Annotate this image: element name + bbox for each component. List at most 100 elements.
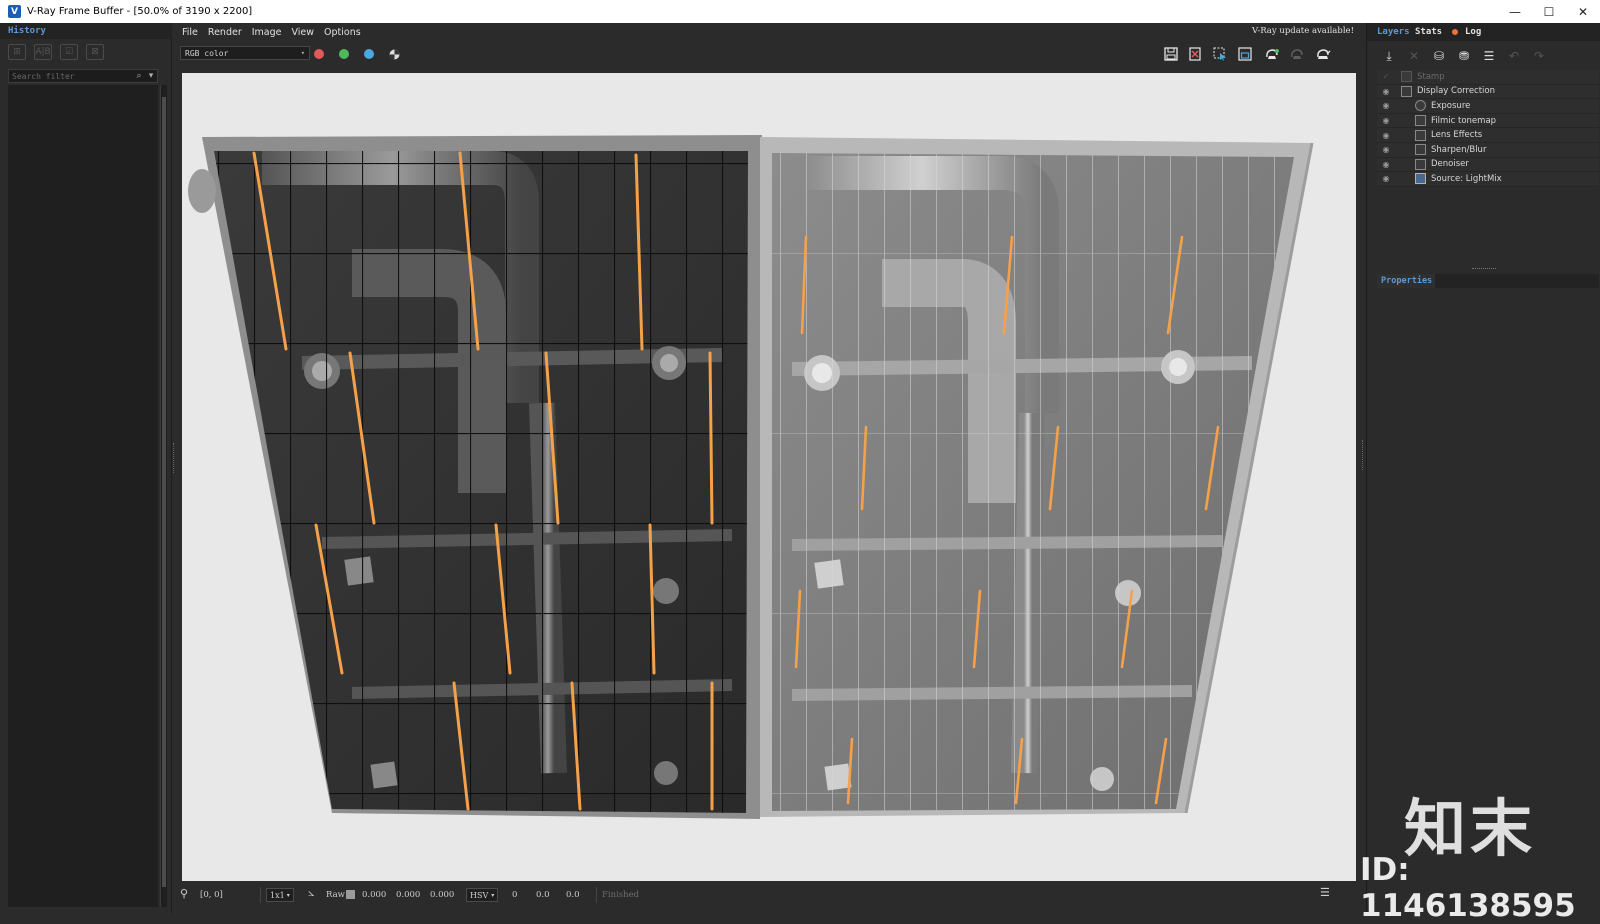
properties-splitter[interactable] [1472, 268, 1496, 270]
visibility-toggle-icon[interactable]: ✓ [1377, 72, 1395, 81]
display-correction-icon [1401, 85, 1412, 97]
render-teapot-icon[interactable] [1312, 45, 1334, 63]
layer-filmic-tonemap[interactable]: ◉ Filmic tonemap [1377, 113, 1599, 129]
tab-stats[interactable]: Stats [1415, 27, 1442, 37]
layers-tree: ✓ Stamp ◉ Display Correction ◉ Exposure … [1377, 70, 1599, 187]
red-channel-button[interactable] [308, 45, 330, 63]
layer-display-correction[interactable]: ◉ Display Correction [1377, 84, 1599, 100]
rendered-ceiling-image [188, 135, 1314, 819]
search-input[interactable]: Search filter [9, 72, 133, 81]
eye-icon[interactable]: ◉ [1377, 160, 1395, 169]
zoom-select[interactable]: 1x1 ▾ [266, 888, 294, 902]
channel-select[interactable]: RGB color ▾ [180, 46, 310, 60]
red-dot-icon [314, 49, 324, 59]
vray-app-icon: V [8, 5, 21, 18]
color-picker-icon[interactable]: ⦣ [308, 886, 314, 900]
tab-properties[interactable]: Properties [1381, 276, 1432, 286]
menu-view[interactable]: View [292, 27, 315, 38]
menu-options[interactable]: Options [324, 27, 361, 38]
value-b: 0.000 [430, 890, 455, 900]
blue-channel-button[interactable] [358, 45, 380, 63]
log-alert-icon [1452, 29, 1458, 35]
save-image-icon[interactable] [1160, 45, 1182, 63]
layer-sharpen-blur[interactable]: ◉ Sharpen/Blur [1377, 142, 1599, 158]
eye-icon[interactable]: ◉ [1377, 145, 1395, 154]
render-viewport[interactable] [182, 73, 1356, 881]
zoom-value: 1x1 [270, 890, 285, 900]
layer-exposure[interactable]: ◉ Exposure [1377, 99, 1599, 114]
history-search-field[interactable]: Search filter ⌕ ▾ [8, 69, 158, 83]
green-dot-icon [339, 49, 349, 59]
right-splitter[interactable] [1362, 440, 1365, 470]
menu-render[interactable]: Render [208, 27, 242, 38]
value-v: 0.0 [566, 890, 580, 900]
green-channel-button[interactable] [333, 45, 355, 63]
close-button[interactable]: ✕ [1566, 0, 1600, 23]
clear-image-icon[interactable] [1184, 45, 1206, 63]
eye-icon[interactable]: ◉ [1377, 174, 1395, 183]
undo-icon[interactable]: ↶ [1504, 47, 1524, 65]
compare-ab-icon[interactable]: A|B [34, 44, 52, 60]
history-panel: History ⊞ A|B ☑ ⊠ Search filter ⌕ ▾ [0, 23, 174, 913]
layer-lens-effects[interactable]: ◉ Lens Effects [1377, 128, 1599, 143]
redo-icon[interactable]: ↷ [1529, 47, 1549, 65]
exposure-icon [1415, 100, 1426, 112]
save-layers-icon[interactable]: ⛁ [1429, 47, 1449, 65]
pick-color-icon[interactable]: ⚲ [180, 887, 188, 900]
track-mouse-icon[interactable] [1234, 45, 1256, 63]
load-layers-icon[interactable]: ⛃ [1454, 47, 1474, 65]
denoiser-icon [1415, 158, 1426, 170]
history-scrollbar[interactable] [160, 85, 167, 907]
save-history-icon[interactable]: ⊞ [8, 44, 26, 60]
chevron-down-icon: ▾ [300, 49, 305, 57]
left-splitter[interactable] [173, 443, 176, 473]
sharpen-blur-icon [1415, 144, 1426, 156]
raw-label: Raw [326, 890, 345, 900]
stop-render-icon[interactable] [1286, 45, 1308, 63]
search-icon[interactable]: ⌕ [133, 71, 145, 81]
layer-denoiser[interactable]: ◉ Denoiser [1377, 157, 1599, 173]
update-notice[interactable]: V-Ray update available! [1252, 26, 1354, 36]
alpha-channel-button[interactable] [383, 45, 405, 63]
menu-file[interactable]: File [182, 27, 198, 38]
render-interactive-icon[interactable] [1261, 45, 1283, 63]
minimize-button[interactable]: — [1498, 0, 1532, 23]
remove-history-icon[interactable]: ⊠ [86, 44, 104, 60]
value-g: 0.000 [396, 890, 421, 900]
value-s: 0.0 [536, 890, 550, 900]
maximize-button[interactable]: ☐ [1532, 0, 1566, 23]
region-render-icon[interactable] [1209, 45, 1231, 63]
chevron-down-icon[interactable]: ▾ [145, 71, 157, 81]
layer-presets-icon[interactable]: ☰ [1479, 47, 1499, 65]
value-r: 0.000 [362, 890, 387, 900]
layer-source-lightmix[interactable]: ◉ Source: LightMix [1377, 172, 1599, 187]
delete-layer-icon[interactable]: ✕ [1404, 47, 1424, 65]
eye-icon[interactable]: ◉ [1377, 101, 1395, 110]
properties-header: Properties [1377, 274, 1599, 288]
menu-bar: File Render Image View Options V-Ray upd… [176, 23, 1362, 41]
layer-label: Denoiser [1431, 159, 1469, 170]
tab-layers[interactable]: Layers [1377, 27, 1410, 37]
tab-log[interactable]: Log [1465, 27, 1481, 37]
layer-stamp[interactable]: ✓ Stamp [1377, 70, 1599, 85]
layers-tabbar: Layers Stats Log [1367, 23, 1600, 41]
load-history-icon[interactable]: ☑ [60, 44, 78, 60]
history-list[interactable] [8, 85, 158, 907]
tonemap-icon [1415, 115, 1426, 127]
value-h: 0 [512, 890, 518, 900]
pixel-coords: [0, 0] [200, 890, 223, 900]
layer-label: Source: LightMix [1431, 173, 1502, 184]
scrollbar-thumb[interactable] [162, 97, 166, 887]
color-mode-select[interactable]: HSV ▾ [466, 888, 498, 902]
eye-icon[interactable]: ◉ [1377, 87, 1395, 96]
chevron-down-icon: ▾ [491, 891, 495, 899]
create-layer-icon[interactable]: ⤓ [1379, 47, 1399, 65]
tab-history[interactable]: History [8, 26, 46, 36]
eye-icon[interactable]: ◉ [1377, 116, 1395, 125]
log-toggle-icon[interactable]: ☰ [1320, 886, 1330, 899]
eye-icon[interactable]: ◉ [1377, 131, 1395, 140]
menu-image[interactable]: Image [252, 27, 282, 38]
blue-dot-icon [364, 49, 374, 59]
layer-label: Filmic tonemap [1431, 115, 1497, 126]
layer-label: Exposure [1431, 100, 1471, 111]
